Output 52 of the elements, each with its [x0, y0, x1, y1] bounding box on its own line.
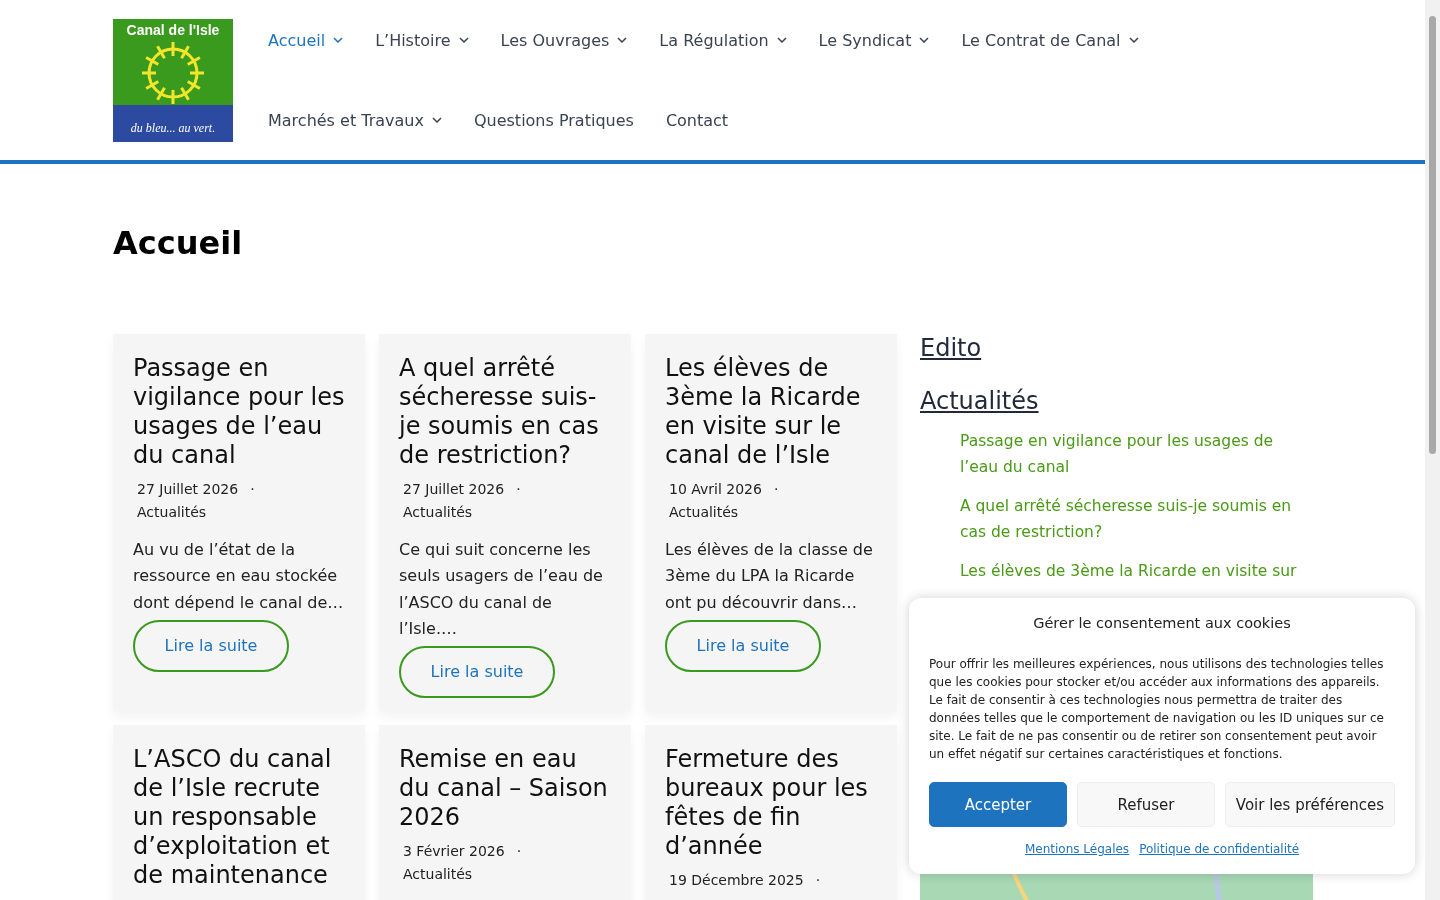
- nav-link[interactable]: Marchés et Travaux: [252, 80, 458, 160]
- nav-link[interactable]: Le Contrat de Canal: [945, 0, 1155, 80]
- category-link[interactable]: Actualités: [669, 504, 739, 520]
- footer-link[interactable]: Politique de confidentialité: [1139, 842, 1300, 856]
- nav-link[interactable]: Contact: [649, 80, 745, 160]
- post-title[interactable]: Les élèves de 3ème la Ricarde en visite sur le canal de l’Isle: [665, 354, 877, 470]
- post-date: 10 Avril 2026: [669, 481, 762, 497]
- footer-link[interactable]: Mentions Légales: [1024, 842, 1130, 856]
- post-date: 3 Février 2026: [403, 842, 505, 859]
- category-link[interactable]: Actualités: [403, 504, 473, 520]
- dialog-title: Gérer le consentement aux cookies: [1032, 615, 1292, 631]
- read-more-button[interactable]: Lire la suite: [133, 619, 289, 672]
- nav-link[interactable]: Le Syndicat: [802, 0, 946, 80]
- logo-title: Canal de l'Isle: [125, 22, 221, 38]
- post-date: 27 Juillet 2026: [137, 481, 239, 497]
- sidebar-link[interactable]: Les élèves de 3ème la Ricarde en visite sur: [960, 558, 1313, 584]
- read-more-button[interactable]: Lire la suite: [399, 646, 555, 699]
- nav-link[interactable]: Questions Pratiques: [457, 80, 650, 160]
- post-title[interactable]: Remise en eau du canal – Saison 2026: [399, 744, 611, 832]
- post-date: 27 Juillet 2026: [403, 481, 505, 497]
- separator: ·: [516, 842, 522, 859]
- post-date: 19 Décembre 2025: [669, 871, 804, 888]
- option-button[interactable]: Refuser: [1077, 782, 1215, 827]
- ring-icon: [140, 40, 206, 106]
- separator: ·: [773, 481, 779, 497]
- post-excerpt: Ce qui suit concerne les seuls usagers de l’eau de l’ASCO du canal de l’Isle.…: [399, 539, 604, 640]
- read-more-button[interactable]: Lire la suite: [665, 619, 821, 672]
- widget-heading-link[interactable]: Edito: [920, 334, 982, 362]
- page-title: Accueil: [113, 224, 244, 262]
- nav-link[interactable]: L’Histoire: [359, 0, 485, 80]
- logo[interactable]: Canal de l'Isle du bleu... au vert.: [113, 19, 233, 142]
- post-title[interactable]: A quel arrêté sécheresse suis-je soumis en cas de restriction?: [399, 354, 611, 470]
- separator: ·: [815, 871, 821, 888]
- sidebar-link[interactable]: Passage en vigilance pour les usages de l’eau du canal: [960, 428, 1313, 480]
- separator: ·: [250, 481, 255, 497]
- option-button[interactable]: Voir les préférences: [1225, 782, 1395, 827]
- nav-link[interactable]: Accueil: [252, 0, 360, 80]
- accept-button[interactable]: Accepter: [929, 782, 1067, 827]
- post-excerpt: Au vu de l’état de la ressource en eau stockée dont dépend le canal de…: [133, 539, 345, 614]
- nav-link[interactable]: La Régulation: [643, 0, 803, 80]
- logo-tagline: du bleu... au vert.: [129, 121, 217, 136]
- category-link[interactable]: Actualités: [403, 865, 473, 882]
- widget-heading-link[interactable]: Actualités: [920, 387, 1039, 415]
- post-excerpt: Les élèves de la classe de 3ème du LPA la Ricarde ont pu découvrir dans…: [665, 539, 874, 614]
- post-title[interactable]: Fermeture des bureaux pour les fêtes de fin d’année: [665, 744, 877, 861]
- category-link[interactable]: Actualités: [137, 504, 207, 520]
- separator: ·: [516, 481, 521, 497]
- consent-text: Pour offrir les meilleures expériences, nous utilisons des technologies telles que les cookies pour stocker et/ou accéder aux informations des appareils. Le fait de consentir à ces technologies nous permettra de traiter des données telles que le comportement de navigation ou les ID uniques sur ce site. Le fait de ne pas consentir ou de retirer son consentement peut avoir un effet négatif sur certaines caractéristiques et fonctions.: [929, 656, 1385, 763]
- sidebar-link[interactable]: A quel arrêté sécheresse suis-je soumis en cas de restriction?: [960, 493, 1313, 545]
- nav-link[interactable]: Les Ouvrages: [484, 0, 644, 80]
- scrollbar-thumb[interactable]: [1429, 16, 1436, 454]
- post-title[interactable]: Passage en vigilance pour les usages de l’eau du canal: [133, 354, 345, 470]
